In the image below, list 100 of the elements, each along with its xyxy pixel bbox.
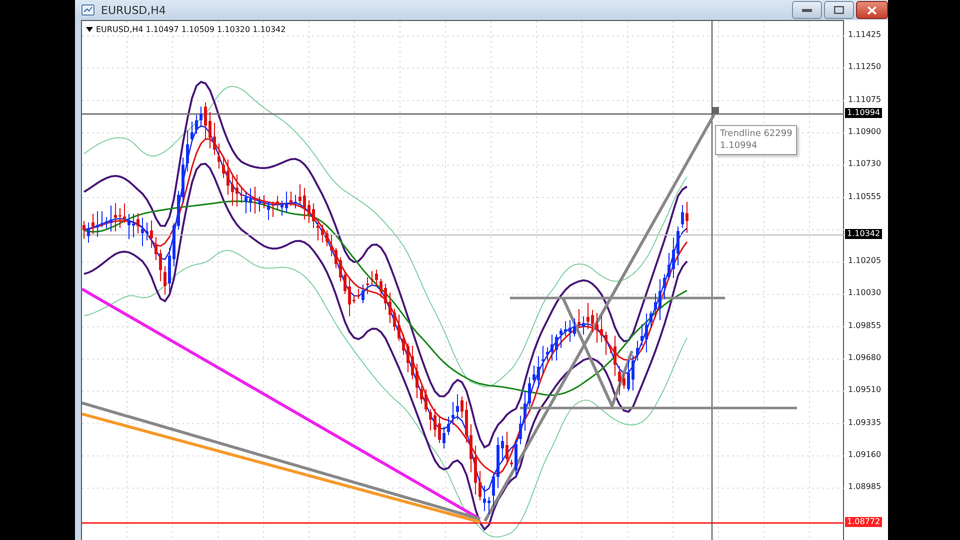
candlestick: [164, 266, 166, 296]
chart-header: EURUSD,H4 1.10497 1.10509 1.10320 1.10342: [96, 25, 286, 34]
candlestick: [96, 210, 99, 238]
candlestick: [141, 217, 144, 247]
candlestick: [100, 210, 104, 228]
candlestick: [222, 156, 225, 179]
candlestick: [195, 114, 198, 134]
candlestick: [244, 192, 248, 214]
candlestick: [357, 288, 360, 300]
candlestick: [438, 415, 441, 444]
candlestick: [128, 213, 130, 240]
candlestick: [434, 408, 436, 438]
candlestick: [573, 318, 576, 337]
window-title: EURUSD,H4: [101, 4, 166, 16]
candlestick: [470, 424, 472, 473]
candlestick: [370, 270, 374, 285]
candlestick: [496, 436, 500, 488]
candlestick: [136, 212, 140, 234]
candlestick: [614, 335, 616, 376]
candlestick: [339, 256, 342, 282]
chart-plot-area[interactable]: EURUSD,H4 1.10497 1.10509 1.10320 1.10342 Trendline 62299 1.10994: [81, 20, 844, 540]
candlestick: [262, 194, 266, 209]
candlestick: [344, 271, 346, 294]
candlestick: [465, 400, 468, 444]
candlestick: [303, 187, 306, 220]
candlestick: [488, 496, 490, 514]
candlestick: [686, 201, 688, 234]
candlestick: [591, 309, 594, 332]
candlestick: [218, 142, 220, 170]
candlestick: [596, 312, 598, 344]
candlestick: [528, 376, 531, 407]
candlestick: [213, 122, 216, 156]
candlestick: [402, 334, 405, 356]
candlestick: [87, 222, 90, 244]
candlestick: [321, 224, 324, 243]
candlestick: [182, 156, 184, 204]
candlestick: [442, 426, 446, 449]
candlestick: [532, 364, 536, 384]
candlestick: [168, 247, 171, 294]
candlestick: [542, 346, 544, 374]
price-label: 1.10900: [848, 126, 882, 137]
candlestick: [546, 346, 549, 362]
price-label: 1.09510: [848, 385, 882, 396]
minimize-button[interactable]: [792, 1, 822, 19]
price-label: 1.09335: [848, 418, 882, 428]
trendline[interactable]: [484, 112, 716, 522]
candlestick: [200, 106, 202, 128]
trendline[interactable]: [82, 288, 481, 520]
candlestick: [519, 415, 522, 445]
chart-window-icon: [81, 4, 95, 16]
minimize-icon: [802, 7, 812, 13]
candlestick: [366, 276, 369, 295]
candlestick: [672, 237, 675, 278]
trendline-handle[interactable]: [712, 107, 719, 114]
candlestick: [424, 388, 428, 413]
candlestick: [276, 195, 279, 211]
candlestick: [146, 222, 148, 241]
candlestick: [105, 216, 108, 229]
candlestick: [208, 112, 212, 149]
candlestick: [172, 222, 176, 267]
close-icon: [867, 6, 877, 14]
candlestick: [654, 292, 657, 318]
candlestick: [249, 188, 252, 213]
maximize-button[interactable]: [824, 1, 854, 19]
candlestick: [560, 328, 562, 348]
candlestick: [416, 363, 418, 399]
candlestick: [294, 194, 297, 209]
candlestick: [330, 234, 333, 257]
candlestick: [92, 213, 94, 235]
price-label: 1.09855: [848, 320, 882, 331]
maximize-icon: [834, 6, 844, 14]
candlestick: [411, 345, 414, 380]
candlestick: [406, 343, 410, 373]
close-button[interactable]: [856, 1, 888, 19]
candlestick: [280, 200, 284, 216]
resistance-line[interactable]: [510, 296, 725, 300]
price-label: 1.10205: [848, 256, 882, 266]
candlestick: [564, 320, 567, 337]
candlestick: [636, 340, 639, 362]
candlestick: [326, 230, 328, 247]
price-label: 1.11250: [848, 62, 882, 72]
price-label: 1.09160: [848, 450, 882, 460]
price-tag: 1.10994: [845, 108, 882, 118]
candlestick: [537, 356, 540, 389]
candlestick: [492, 473, 495, 508]
candlestick: [308, 200, 310, 224]
candlestick: [429, 408, 432, 431]
price-label: 1.11075: [848, 94, 882, 105]
candlestick: [622, 373, 626, 390]
candlestick: [380, 278, 382, 298]
candlestick: [82, 220, 86, 240]
candlestick: [334, 247, 338, 269]
candlestick: [154, 236, 158, 261]
candlestick: [240, 186, 243, 204]
candlestick: [312, 202, 315, 229]
candlestick: [236, 174, 238, 208]
caret-icon[interactable]: [86, 27, 93, 32]
price-tag: 1.08772: [845, 517, 882, 527]
candlestick: [118, 208, 122, 228]
candlestick: [114, 202, 117, 232]
